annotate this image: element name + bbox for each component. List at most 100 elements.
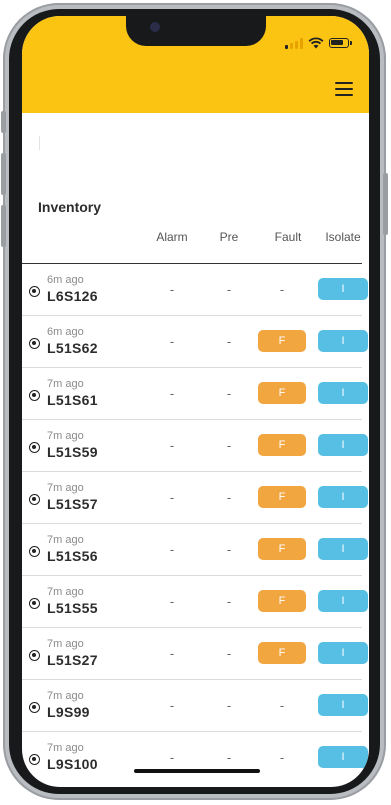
app-header	[22, 16, 369, 113]
radio-button[interactable]	[29, 598, 40, 609]
column-header-alarm: Alarm	[156, 230, 188, 244]
table-row[interactable]: 7m ago L51S55 - - F I	[22, 576, 368, 628]
pre-value: -	[226, 646, 232, 661]
radio-button[interactable]	[29, 702, 40, 713]
table-row[interactable]: 7m ago L51S27 - - F I	[22, 628, 368, 680]
radio-button[interactable]	[29, 650, 40, 661]
inventory-list: 6m ago L6S126 - - - I 6m ago L51S62 - - …	[22, 264, 369, 783]
isolate-button[interactable]: I	[318, 382, 368, 404]
pre-value: -	[226, 542, 232, 557]
device-notch	[126, 16, 266, 46]
pre-value: -	[226, 438, 232, 453]
side-button-power	[383, 173, 388, 235]
fault-button[interactable]: F	[258, 330, 306, 352]
row-code: L9S100	[47, 756, 98, 772]
pre-value: -	[226, 750, 232, 765]
row-time-ago: 7m ago	[47, 638, 84, 650]
fault-button[interactable]: F	[258, 382, 306, 404]
row-time-ago: 7m ago	[47, 378, 84, 390]
row-time-ago: 7m ago	[47, 690, 84, 702]
alarm-value: -	[169, 438, 175, 453]
column-header-isolate: Isolate	[325, 230, 361, 244]
pre-value: -	[226, 334, 232, 349]
pre-value: -	[226, 282, 232, 297]
alarm-value: -	[169, 334, 175, 349]
isolate-button[interactable]: I	[318, 330, 368, 352]
isolate-button[interactable]: I	[318, 746, 368, 768]
row-time-ago: 7m ago	[47, 430, 84, 442]
fault-button[interactable]: F	[258, 538, 306, 560]
app-screen: Inventory Alarm Pre Fault Isolate 6m ago…	[22, 16, 369, 787]
table-row[interactable]: 7m ago L9S100 - - - I	[22, 732, 368, 783]
row-time-ago: 7m ago	[47, 534, 84, 546]
camera-icon	[150, 22, 160, 32]
table-row[interactable]: 7m ago L51S59 - - F I	[22, 420, 368, 472]
side-button-mute	[1, 111, 6, 133]
home-indicator[interactable]	[134, 769, 260, 773]
isolate-button[interactable]: I	[318, 434, 368, 456]
battery-icon	[329, 38, 352, 48]
fault-value: -	[279, 750, 285, 765]
radio-button[interactable]	[29, 494, 40, 505]
column-header-fault: Fault	[274, 230, 302, 244]
pre-value: -	[226, 594, 232, 609]
alarm-value: -	[169, 490, 175, 505]
isolate-button[interactable]: I	[318, 538, 368, 560]
alarm-value: -	[169, 750, 175, 765]
row-code: L6S126	[47, 288, 98, 304]
table-row[interactable]: 7m ago L51S56 - - F I	[22, 524, 368, 576]
side-button-volume-up	[1, 153, 6, 195]
isolate-button[interactable]: I	[318, 694, 368, 716]
fault-button[interactable]: F	[258, 642, 306, 664]
alarm-value: -	[169, 542, 175, 557]
alarm-value: -	[169, 698, 175, 713]
table-row[interactable]: 6m ago L51S62 - - F I	[22, 316, 368, 368]
inventory-title: Inventory	[38, 199, 102, 215]
isolate-button[interactable]: I	[318, 486, 368, 508]
radio-button[interactable]	[29, 546, 40, 557]
table-header: Alarm Pre Fault Isolate	[22, 230, 369, 250]
search-field-cursor[interactable]	[39, 136, 40, 150]
row-code: L51S61	[47, 392, 98, 408]
status-bar	[285, 36, 352, 50]
row-code: L51S62	[47, 340, 98, 356]
row-code: L51S27	[47, 652, 98, 668]
isolate-button[interactable]: I	[318, 642, 368, 664]
isolate-button[interactable]: I	[318, 278, 368, 300]
hamburger-menu-icon[interactable]	[335, 82, 353, 96]
radio-button[interactable]	[29, 754, 40, 765]
pre-value: -	[226, 386, 232, 401]
row-time-ago: 7m ago	[47, 742, 84, 754]
column-header-pre: Pre	[219, 230, 239, 244]
fault-value: -	[279, 282, 285, 297]
row-code: L51S55	[47, 600, 98, 616]
signal-icon	[285, 37, 303, 49]
pre-value: -	[226, 490, 232, 505]
table-row[interactable]: 7m ago L51S57 - - F I	[22, 472, 368, 524]
row-time-ago: 7m ago	[47, 482, 84, 494]
row-code: L51S57	[47, 496, 98, 512]
radio-button[interactable]	[29, 338, 40, 349]
row-time-ago: 6m ago	[47, 274, 84, 286]
row-time-ago: 6m ago	[47, 326, 84, 338]
row-code: L9S99	[47, 704, 90, 720]
pre-value: -	[226, 698, 232, 713]
alarm-value: -	[169, 386, 175, 401]
isolate-button[interactable]: I	[318, 590, 368, 612]
table-row[interactable]: 6m ago L6S126 - - - I	[22, 264, 368, 316]
fault-button[interactable]: F	[258, 434, 306, 456]
row-time-ago: 7m ago	[47, 586, 84, 598]
radio-button[interactable]	[29, 442, 40, 453]
fault-button[interactable]: F	[258, 590, 306, 612]
fault-button[interactable]: F	[258, 486, 306, 508]
alarm-value: -	[169, 282, 175, 297]
radio-button[interactable]	[29, 390, 40, 401]
alarm-value: -	[169, 646, 175, 661]
wifi-icon	[308, 37, 324, 49]
fault-value: -	[279, 698, 285, 713]
alarm-value: -	[169, 594, 175, 609]
side-button-volume-down	[1, 205, 6, 247]
table-row[interactable]: 7m ago L9S99 - - - I	[22, 680, 368, 732]
table-row[interactable]: 7m ago L51S61 - - F I	[22, 368, 368, 420]
radio-button[interactable]	[29, 286, 40, 297]
